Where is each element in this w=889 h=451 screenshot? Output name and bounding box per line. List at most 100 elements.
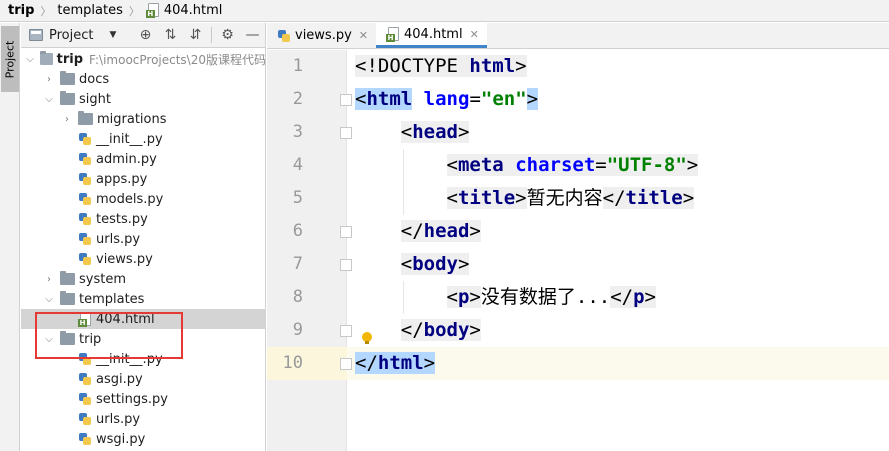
python-file-icon [78,152,92,166]
tree-item-settings[interactable]: › settings.py [21,389,265,409]
fold-marker-icon[interactable] [340,94,352,106]
html-file-icon: H [78,311,92,327]
tree-item-asgi[interactable]: › asgi.py [21,369,265,389]
project-tool-tab[interactable]: Project [1,26,19,92]
chevron-right-icon[interactable]: › [43,274,55,285]
html-file-icon: H [145,3,160,18]
folder-icon [40,51,53,65]
folder-icon [60,271,75,285]
gear-icon[interactable]: ⚙ [215,23,240,47]
html-file-icon: H [386,26,400,42]
close-icon[interactable]: ✕ [359,29,368,42]
tree-item-sight-urls[interactable]: › urls.py [21,229,265,249]
tree-item-views[interactable]: › views.py [21,249,265,269]
tree-item-label: apps.py [96,171,148,187]
code-line: <html lang="en"> [355,88,539,110]
chevron-down-icon[interactable]: ⌵ [43,294,55,305]
line-number: 5 [292,188,303,208]
line-number: 4 [292,155,303,175]
tree-item-tests[interactable]: › tests.py [21,209,265,229]
tree-item-sight[interactable]: ⌵ sight [21,89,265,109]
tree-item-label: sight [79,91,111,107]
python-file-icon [78,372,92,386]
fold-marker-icon[interactable] [340,259,352,271]
tree-item-templates[interactable]: ⌵ templates [21,289,265,309]
tree-item-label: migrations [97,111,167,127]
chevron-down-icon[interactable]: ▼ [109,30,116,40]
tree-item-label: trip [56,51,84,67]
project-view-selector[interactable]: Project [49,28,93,43]
code-editor[interactable]: 1 2 3 4 5 6 7 8 9 10 <!DOCTYPE html> <ht… [267,50,889,451]
tab-views-py[interactable]: views.py ✕ [267,23,376,48]
tree-item-label: __init__.py [96,351,163,367]
fold-marker-icon[interactable] [340,127,352,139]
close-icon[interactable]: ✕ [470,28,479,41]
tree-item-label: __init__.py [96,131,163,147]
breadcrumb: trip 〉 templates 〉 H 404.html [0,0,889,22]
breadcrumb-root[interactable]: trip [8,0,34,22]
tree-item-docs[interactable]: › docs [21,69,265,89]
code-line: <body> [400,253,470,275]
project-panel: Project ▼ ⊕ ⇅ ⇵ ⚙ — ⌵ trip F:\imoocProje… [21,23,266,451]
tree-item-label: trip [79,331,102,347]
breadcrumb-file[interactable]: H 404.html [145,0,223,22]
tab-label: views.py [295,28,352,43]
project-panel-header: Project ▼ ⊕ ⇅ ⇵ ⚙ — [21,23,265,48]
tree-item-sight-init[interactable]: › __init__.py [21,129,265,149]
code-line: <title>暂无内容</title> [446,187,695,209]
tree-item-admin[interactable]: › admin.py [21,149,265,169]
code-line: <!DOCTYPE html> [355,55,527,77]
chevron-down-icon[interactable]: ⌵ [43,334,55,345]
tree-item-root[interactable]: ⌵ trip F:\imoocProjects\20版课程代码 [21,49,265,69]
folder-icon [60,291,75,305]
tree-item-models[interactable]: › models.py [21,189,265,209]
tab-label: 404.html [404,26,463,42]
fold-marker-icon[interactable] [340,325,352,337]
tree-item-label: wsgi.py [96,431,146,447]
chevron-right-icon[interactable]: › [43,74,55,85]
code-line: </html> [355,352,436,374]
python-file-icon [78,172,92,186]
line-number: 2 [292,89,303,109]
code-line: </head> [400,220,481,242]
code-line: <meta charset="UTF-8"> [446,154,699,176]
tree-item-migrations[interactable]: › migrations [21,109,265,129]
chevron-down-icon[interactable]: ⌵ [25,54,35,65]
tree-item-label: templates [79,291,145,307]
python-file-icon [78,132,92,146]
chevron-down-icon[interactable]: ⌵ [43,94,55,105]
tree-item-label: urls.py [96,411,141,427]
tree-item-label: urls.py [96,231,141,247]
hide-icon[interactable]: — [240,23,265,47]
tree-item-label: tests.py [96,211,148,227]
locate-icon[interactable]: ⊕ [133,23,158,47]
project-tree: ⌵ trip F:\imoocProjects\20版课程代码 › docs ⌵… [21,49,265,449]
tree-item-trip-package[interactable]: ⌵ trip [21,329,265,349]
tree-item-trip-init[interactable]: › __init__.py [21,349,265,369]
python-file-icon [277,29,291,43]
collapse-all-icon[interactable]: ⇵ [183,23,208,47]
python-file-icon [78,212,92,226]
tree-item-label: models.py [96,191,164,207]
python-file-icon [78,412,92,426]
tree-item-label: views.py [96,251,153,267]
folder-icon [60,91,75,105]
tree-item-apps[interactable]: › apps.py [21,169,265,189]
chevron-right-icon[interactable]: › [61,114,73,125]
expand-all-icon[interactable]: ⇅ [158,23,183,47]
tree-item-system[interactable]: › system [21,269,265,289]
tree-item-label: asgi.py [96,371,143,387]
tree-item-label: 404.html [96,311,155,327]
tree-item-label: docs [79,71,110,87]
line-number: 3 [292,122,303,142]
folder-icon [60,331,75,345]
tree-item-wsgi[interactable]: › wsgi.py [21,429,265,449]
code-line: <p>没有数据了...</p> [446,286,656,308]
fold-marker-icon[interactable] [340,226,352,238]
tree-item-404-html[interactable]: › H 404.html [21,309,265,329]
tab-404-html[interactable]: H 404.html ✕ [376,23,487,48]
breadcrumb-file-label: 404.html [163,3,223,18]
breadcrumb-folder[interactable]: templates [57,0,122,22]
fold-marker-icon[interactable] [340,358,352,370]
tree-item-trip-urls[interactable]: › urls.py [21,409,265,429]
